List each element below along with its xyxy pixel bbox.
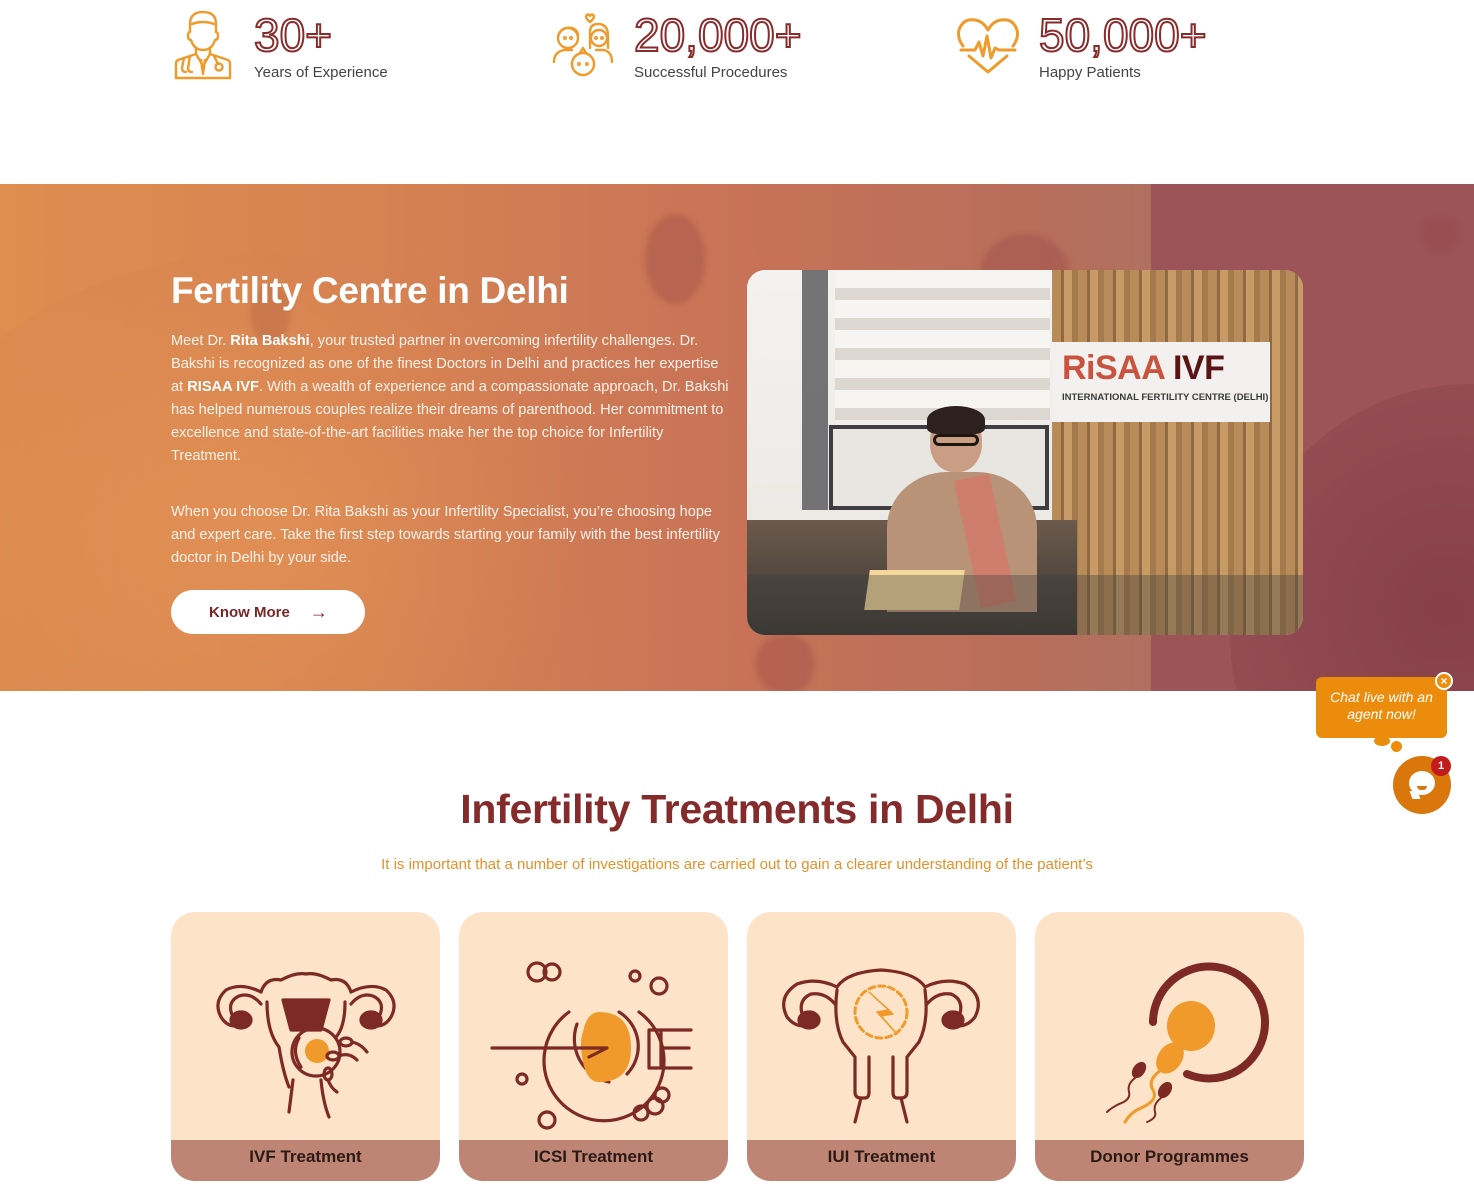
photo-desk-glass <box>747 575 1303 635</box>
hero-paragraph-cta: When you choose Dr. Rita Bakshi as your … <box>171 504 720 566</box>
stat-patients: 50,000+ Happy Patients <box>955 8 1208 81</box>
background-blob <box>1420 214 1460 254</box>
treatment-card-label: IUI Treatment <box>747 1140 1016 1181</box>
sign-brand: RiSAA IVF <box>1062 350 1260 386</box>
text: Meet Dr. <box>171 333 231 349</box>
treatment-card-label: Donor Programmes <box>1035 1140 1304 1181</box>
doctor-name: Rita Bakshi <box>230 333 310 349</box>
stat-value: 50,000+ <box>1038 8 1208 62</box>
treatment-card-donor[interactable]: Donor Programmes <box>1035 912 1304 1181</box>
treatments-title: Infertility Treatments in Delhi <box>460 786 1014 832</box>
treatment-card-iui[interactable]: IUI Treatment <box>747 912 1016 1181</box>
stat-label: Successful Procedures <box>634 64 788 81</box>
treatment-card-label: ICSI Treatment <box>459 1140 728 1181</box>
stat-procedures: 20,000+ Successful Procedures <box>550 8 803 81</box>
sign-brand-part2: IVF <box>1172 349 1225 387</box>
know-more-label: Know More <box>209 603 290 621</box>
sperm-egg-icon <box>1106 962 1269 1124</box>
hero-title: Fertility Centre in Delhi <box>171 270 569 311</box>
treatment-card-label: IVF Treatment <box>171 1140 440 1181</box>
sign-brand-part1: RiSAA <box>1062 349 1165 387</box>
clinic-name: RISAA IVF <box>187 379 259 395</box>
photo-doctor-hair <box>927 406 985 434</box>
chat-bubble-tail <box>1374 736 1390 746</box>
chat-bubble-dot <box>1391 741 1402 752</box>
chat-invite-bubble[interactable]: Chat live with an agent now! <box>1316 677 1447 746</box>
uterus-egg-icon <box>216 972 396 1119</box>
treatments-subtitle: It is important that a number of investi… <box>381 856 1093 873</box>
stat-label: Happy Patients <box>1039 64 1141 81</box>
sign-subtitle: INTERNATIONAL FERTILITY CENTRE (DELHI) <box>1062 392 1269 403</box>
stat-value: 30+ <box>253 8 333 62</box>
doctor-photo: RiSAA IVF INTERNATIONAL FERTILITY CENTRE… <box>747 270 1303 635</box>
stat-label: Years of Experience <box>254 64 388 81</box>
photo-blinds <box>835 270 1050 420</box>
doctor-icon <box>174 10 232 80</box>
chat-close-button[interactable]: × <box>1435 672 1453 690</box>
hero-section: Fertility Centre in Delhi Meet Dr. Rita … <box>0 184 1474 691</box>
photo-doctor-glasses <box>933 434 979 446</box>
photo-window-frame <box>802 270 828 510</box>
family-icon <box>552 13 614 77</box>
treatment-card-icsi[interactable]: ICSI Treatment <box>459 912 728 1181</box>
background-blob <box>755 634 815 691</box>
background-blob <box>645 214 705 304</box>
injection-egg-icon <box>490 961 693 1130</box>
stats-strip: 30+ Years of Experience 20,000+ Successf… <box>0 0 1474 184</box>
chat-unread-badge: 1 <box>1431 756 1451 776</box>
arrow-right-icon: → <box>309 601 328 622</box>
know-more-button[interactable]: Know More → <box>171 590 365 634</box>
uterus-gear-icon <box>782 968 980 1124</box>
heartbeat-icon <box>957 18 1019 74</box>
treatment-card-ivf[interactable]: IVF Treatment <box>171 912 440 1181</box>
stat-value: 20,000+ <box>633 8 803 62</box>
clinic-sign: RiSAA IVF INTERNATIONAL FERTILITY CENTRE… <box>1052 342 1270 422</box>
chat-invite-text: Chat live with an agent now! <box>1330 689 1433 722</box>
chat-icon <box>1409 771 1435 795</box>
stat-experience: 30+ Years of Experience <box>170 8 388 81</box>
hero-paragraph-intro: Meet Dr. Rita Bakshi, your trusted partn… <box>171 330 731 468</box>
